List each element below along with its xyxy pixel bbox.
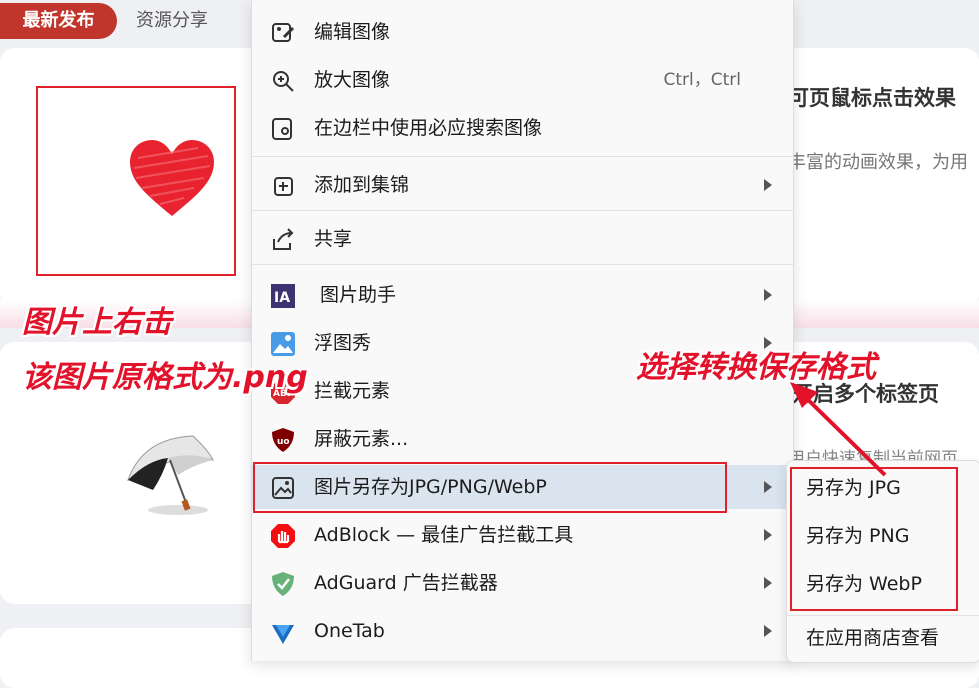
menu-item-label: 放大图像 <box>314 69 391 91</box>
annotation-text: 该图片原格式为.png <box>22 360 308 395</box>
menu-item-label: 拦截元素 <box>314 380 391 402</box>
svg-text:uo: uo <box>277 437 290 447</box>
adblock-icon <box>271 524 295 548</box>
menu-item-share[interactable]: 共享 <box>252 217 793 261</box>
chevron-right-icon <box>764 481 772 493</box>
chevron-right-icon <box>764 625 772 637</box>
menu-item-label: AdGuard 广告拦截器 <box>314 572 498 594</box>
menu-item-ublock[interactable]: uo 屏蔽元素... <box>252 417 793 461</box>
menu-item-label: AdBlock — 最佳广告拦截工具 <box>314 524 574 546</box>
menu-item-onetab[interactable]: OneTab <box>252 609 793 653</box>
menu-item-image-assistant[interactable]: IA 图片助手 <box>252 273 793 317</box>
annotation-arrow <box>790 382 887 477</box>
menu-separator <box>252 264 793 265</box>
ia-image-assistant-icon: IA <box>271 284 295 308</box>
menu-item-edit-image[interactable]: 编辑图像 <box>252 10 793 54</box>
menu-item-label: 图片助手 <box>320 284 397 306</box>
chevron-right-icon <box>764 529 772 541</box>
submenu-item-label: 在应用商店查看 <box>806 627 940 649</box>
submenu-item-store[interactable]: 在应用商店查看 <box>787 616 979 660</box>
menu-item-label: 在边栏中使用必应搜索图像 <box>314 117 543 139</box>
annotation-text: 图片上右击 <box>22 305 172 340</box>
menu-item-label: 浮图秀 <box>314 332 372 354</box>
shortcut-label: Ctrl，Ctrl <box>663 70 742 90</box>
menu-item-zoom-image[interactable]: 放大图像 Ctrl，Ctrl <box>252 58 793 102</box>
menu-item-adguard[interactable]: AdGuard 广告拦截器 <box>252 561 793 605</box>
menu-item-label: 共享 <box>314 228 353 250</box>
zoom-in-icon <box>273 71 294 92</box>
menu-separator <box>252 156 793 157</box>
menu-separator <box>252 210 793 211</box>
onetab-icon <box>272 625 294 644</box>
edit-image-icon <box>272 23 295 42</box>
menu-item-add-collections[interactable]: 添加到集锦 <box>252 163 793 207</box>
menu-item-label: 编辑图像 <box>314 21 391 43</box>
share-icon <box>273 228 294 250</box>
tab-latest[interactable]: 最新发布 <box>0 3 117 39</box>
menu-item-visual-search[interactable]: 在边栏中使用必应搜索图像 <box>252 106 793 150</box>
tab-resources[interactable]: 资源分享 <box>136 3 208 39</box>
ublock-icon: uo <box>272 428 294 452</box>
menu-item-label: 添加到集锦 <box>314 174 410 196</box>
chevron-right-icon <box>764 179 772 191</box>
svg-text:IA: IA <box>274 290 290 306</box>
adguard-icon <box>272 572 294 596</box>
article-title[interactable]: 可页鼠标点击效果 <box>788 82 956 112</box>
chevron-right-icon <box>764 577 772 589</box>
chevron-right-icon <box>764 289 772 301</box>
visual-search-icon <box>272 118 292 140</box>
menu-item-label: OneTab <box>314 620 385 642</box>
menu-item-adblock[interactable]: AdBlock — 最佳广告拦截工具 <box>252 513 793 557</box>
collections-add-icon <box>274 177 293 196</box>
umbrella-image <box>127 435 214 515</box>
highlight-box <box>790 467 958 611</box>
highlight-box <box>253 462 727 513</box>
heart-image[interactable] <box>128 138 216 218</box>
context-menu: 编辑图像 放大图像 Ctrl，Ctrl 在边栏中使用必应搜索图像 添加到集锦 共… <box>251 0 794 661</box>
article-desc: 丰富的动画效果，为用 <box>788 152 968 173</box>
menu-item-label: 屏蔽元素... <box>314 428 409 450</box>
